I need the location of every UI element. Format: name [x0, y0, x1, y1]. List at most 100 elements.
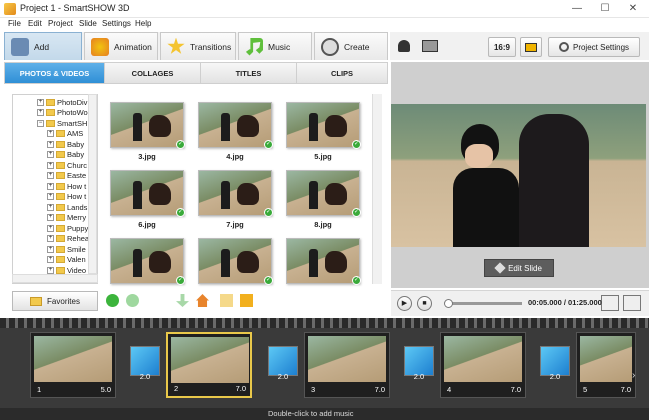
tree-node[interactable]: + How t [47, 181, 86, 192]
tree-node[interactable]: + Baby [47, 150, 84, 161]
menu-bar: File Edit Project Slide Settings Help [0, 18, 649, 32]
home-icon[interactable] [196, 294, 209, 307]
tree-node[interactable]: − SmartSH [37, 118, 87, 129]
timeline-slide[interactable]: 4 7.0 [440, 332, 526, 398]
tab-transitions[interactable]: Transitions [160, 32, 236, 60]
favorites-button[interactable]: Favorites [12, 291, 98, 311]
down-arrow-icon[interactable] [176, 294, 189, 307]
snapshot-camera-icon[interactable] [601, 295, 619, 311]
folder-icon [56, 224, 65, 232]
folder-tree[interactable]: + PhotoDiv + PhotoWo − SmartSH + AMS + Baby +… [12, 94, 98, 284]
tab-add[interactable]: Add [4, 32, 82, 60]
tab-titles[interactable]: TITLES [201, 63, 297, 83]
photo-thumbnail[interactable]: ✓ [286, 102, 361, 149]
tree-vertical-scrollbar[interactable] [88, 94, 97, 274]
photo-thumbnail[interactable]: ✓ [110, 170, 185, 217]
check-icon: ✓ [176, 208, 185, 217]
slide-preview-image [391, 104, 646, 247]
back-arrow-icon[interactable] [106, 294, 119, 307]
tree-node[interactable]: + Rehea [47, 234, 89, 245]
check-icon: ✓ [352, 208, 361, 217]
thumbnail-label: 8.jpg [314, 220, 332, 229]
rider-jacket [453, 168, 519, 247]
folder-icon [46, 98, 55, 106]
tree-node[interactable]: + Easte [47, 171, 86, 182]
folder-star-icon [30, 296, 43, 306]
folder-icon [56, 266, 65, 274]
photo-thumbnail[interactable]: ✓ [286, 170, 361, 217]
tab-animation[interactable]: Animation [84, 32, 158, 60]
tree-node[interactable]: + PhotoDiv [37, 97, 87, 108]
thumbnail-label: 5.jpg [314, 152, 332, 161]
tree-node[interactable]: + PhotoWo [37, 108, 88, 119]
tab-clips[interactable]: CLIPS [297, 63, 387, 83]
photo-thumbnail[interactable]: ✓ [198, 102, 273, 149]
check-icon: ✓ [264, 140, 273, 149]
timeline-slide[interactable]: 5 7.0 [576, 332, 636, 398]
tree-node[interactable]: + How t [47, 192, 86, 203]
transition-duration: 2.0 [277, 372, 289, 381]
seek-handle[interactable] [444, 299, 453, 308]
tree-node[interactable]: + Puppy [47, 223, 88, 234]
folder-icon [46, 119, 55, 127]
project-settings-button[interactable]: Project Settings [548, 37, 640, 57]
transition-duration: 2.0 [549, 372, 561, 381]
photo-thumbnail[interactable]: ✓ [110, 238, 185, 285]
photo-thumbnail[interactable]: ✓ [198, 170, 273, 217]
edit-slide-button[interactable]: Edit Slide [484, 259, 554, 277]
timeline-scroll-right-icon[interactable]: › [632, 370, 642, 390]
folder-icon [56, 172, 65, 180]
pencil-icon [494, 262, 506, 274]
menu-settings[interactable]: Settings [102, 19, 131, 28]
tree-node[interactable]: + Merry [47, 213, 86, 224]
timeline-slide-selected[interactable]: 2 7.0 [166, 332, 252, 398]
folder-icon [56, 193, 65, 201]
close-button[interactable]: ✕ [619, 0, 647, 18]
timeline-slide[interactable]: 3 7.0 [304, 332, 390, 398]
stop-button[interactable]: ■ [417, 296, 432, 311]
folder-icon [56, 161, 65, 169]
minimize-button[interactable]: — [563, 0, 591, 18]
fullscreen-icon[interactable] [623, 295, 641, 311]
tab-collages[interactable]: COLLAGES [105, 63, 201, 83]
folder-icon [46, 109, 55, 117]
film-reel-icon [321, 37, 339, 56]
menu-slide[interactable]: Slide [79, 19, 97, 28]
maximize-button[interactable]: ☐ [591, 0, 619, 18]
menu-project[interactable]: Project [48, 19, 73, 28]
tree-node[interactable]: + Valen [47, 255, 86, 266]
folder-up-icon[interactable] [220, 294, 233, 307]
time-readout: 00:05.000 / 01:25.000 [528, 298, 602, 307]
folder-icon [56, 256, 65, 264]
timeline-slide[interactable]: 1 5.0 [30, 332, 116, 398]
menu-edit[interactable]: Edit [28, 19, 42, 28]
menu-file[interactable]: File [8, 19, 21, 28]
tree-node[interactable]: + AMS [47, 129, 83, 140]
photo-thumbnail[interactable]: ✓ [286, 238, 361, 285]
bell-icon[interactable] [398, 40, 410, 52]
play-button[interactable]: ▶ [397, 296, 412, 311]
aspect-ratio-button[interactable]: 16:9 [488, 37, 516, 57]
image-settings-icon[interactable] [422, 40, 438, 52]
forward-arrow-icon[interactable] [126, 294, 139, 307]
tab-create[interactable]: Create [314, 32, 388, 60]
tab-music[interactable]: Music [238, 32, 312, 60]
tree-horizontal-scrollbar[interactable] [12, 274, 98, 283]
folder-open-icon[interactable] [240, 294, 253, 307]
seek-bar[interactable] [444, 299, 522, 308]
tree-node[interactable]: + Baby [47, 139, 84, 150]
tree-node[interactable]: + Lands [47, 202, 87, 213]
film-strip-edge [0, 318, 649, 328]
tab-photos-videos[interactable]: PHOTOS & VIDEOS [5, 63, 105, 83]
music-note-icon [245, 37, 263, 56]
media-grid-scrollbar[interactable] [372, 94, 382, 284]
tree-node[interactable]: + Churc [47, 160, 87, 171]
app-logo-icon [4, 3, 16, 15]
tree-node[interactable]: + Smile [47, 244, 86, 255]
photo-thumbnail[interactable]: ✓ [110, 102, 185, 149]
menu-help[interactable]: Help [135, 19, 151, 28]
background-button[interactable] [520, 37, 542, 57]
window-title: Project 1 - SmartSHOW 3D [20, 3, 130, 13]
photo-thumbnail[interactable]: ✓ [198, 238, 273, 285]
preview-toolbar: 16:9 Project Settings [390, 32, 649, 60]
